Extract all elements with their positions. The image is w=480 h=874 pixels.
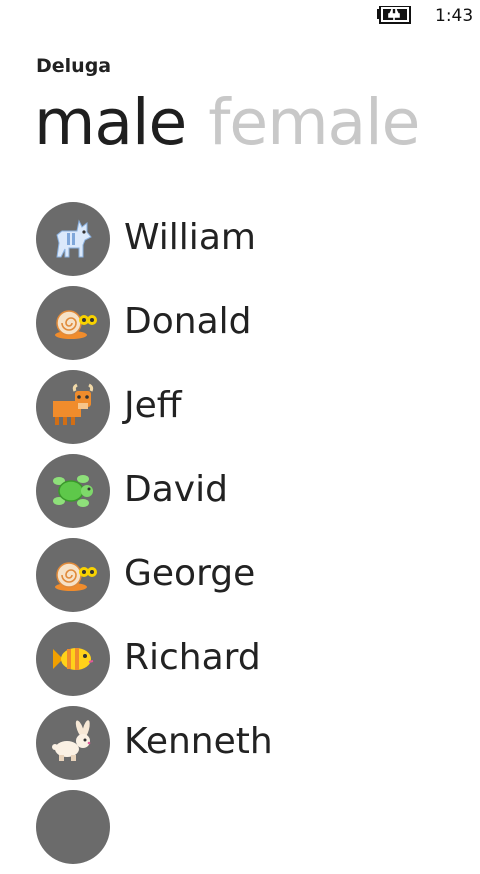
avatar	[36, 370, 110, 444]
list-item-name: George	[124, 553, 256, 594]
list-item[interactable]: Kenneth	[36, 706, 480, 790]
tab-male[interactable]: male	[34, 86, 187, 159]
list-item[interactable]: William	[36, 202, 480, 286]
list-item-name: Jeff	[124, 385, 182, 426]
fish-icon	[53, 648, 94, 670]
people-list: William Donald Jeff David George Richard…	[36, 202, 480, 874]
battery-charging-icon	[377, 6, 411, 24]
tab-female[interactable]: female	[208, 86, 420, 159]
rabbit-icon	[52, 720, 91, 761]
app-title: Deluga	[36, 55, 112, 77]
list-item[interactable]: Jeff	[36, 370, 480, 454]
avatar	[36, 790, 110, 864]
clock: 1:43	[435, 6, 474, 26]
avatar	[36, 622, 110, 696]
list-item-name: Richard	[124, 637, 261, 678]
bull-icon	[53, 383, 94, 425]
list-item-name: Donald	[124, 301, 252, 342]
list-item[interactable]: George	[36, 538, 480, 622]
list-item-name: David	[124, 469, 228, 510]
list-item[interactable]: Richard	[36, 622, 480, 706]
list-item-name: Kenneth	[124, 721, 273, 762]
avatar	[36, 202, 110, 276]
list-item[interactable]: Donald	[36, 286, 480, 370]
avatar	[36, 286, 110, 360]
status-bar: 1:43	[0, 0, 480, 32]
avatar	[36, 538, 110, 612]
snail-icon	[55, 310, 97, 339]
list-item-name: William	[124, 217, 256, 258]
list-item[interactable]	[36, 790, 480, 874]
pivot-header: male female	[34, 86, 441, 176]
cat-icon	[56, 219, 92, 258]
avatar	[36, 454, 110, 528]
list-item[interactable]: David	[36, 454, 480, 538]
snail-icon	[55, 562, 97, 591]
avatar	[36, 706, 110, 780]
turtle-icon	[53, 475, 93, 507]
